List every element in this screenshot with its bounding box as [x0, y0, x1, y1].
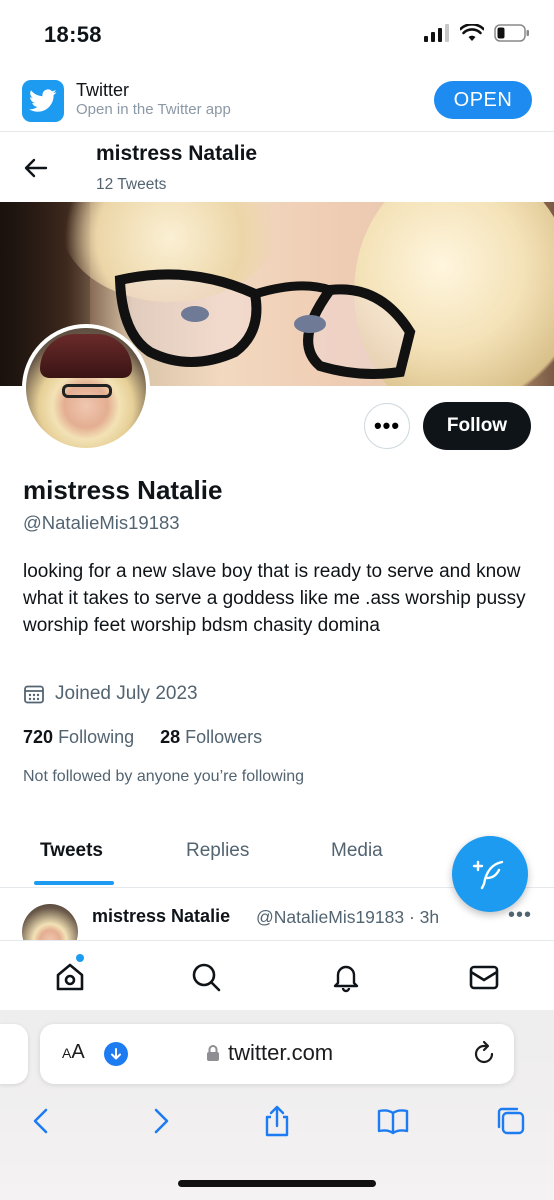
app-name: Twitter — [76, 80, 130, 100]
signal-icon — [424, 24, 449, 42]
profile-bio: looking for a new slave boy that is read… — [23, 561, 526, 636]
joined-text: Joined July 2023 — [55, 683, 198, 704]
twitter-bird-icon — [29, 89, 57, 112]
open-app-button[interactable]: OPEN — [434, 81, 532, 119]
url-text: twitter.com — [228, 1040, 334, 1065]
more-options-button[interactable]: ••• — [364, 403, 410, 449]
follow-button[interactable]: Follow — [423, 402, 531, 450]
app-subtitle: Open in the Twitter app — [76, 101, 231, 118]
aa-small: A — [62, 1045, 72, 1061]
following-label: Following — [58, 727, 135, 747]
share-icon[interactable] — [260, 1104, 294, 1138]
reader-aa-button[interactable]: AA — [62, 1041, 85, 1064]
reload-icon[interactable] — [470, 1040, 498, 1068]
home-indicator — [178, 1180, 376, 1187]
tweet-author-meta: @NatalieMis19183 · 3h — [256, 907, 440, 927]
follow-stats: 720 Following 28 Followers — [23, 727, 262, 748]
followers-link[interactable]: 28 Followers — [160, 727, 262, 748]
safari-toolbar-area: AA twitter.com — [0, 1010, 554, 1200]
back-arrow-icon[interactable] — [22, 154, 50, 182]
bell-icon[interactable] — [330, 961, 362, 993]
calendar-icon — [24, 685, 44, 704]
following-link[interactable]: 720 Following — [23, 727, 134, 748]
status-bar: 18:58 — [0, 0, 554, 68]
home-icon[interactable] — [54, 961, 86, 993]
joined-date: Joined July 2023 — [23, 683, 198, 705]
home-notification-dot — [76, 954, 84, 962]
battery-icon — [494, 24, 529, 42]
tab-tweets[interactable]: Tweets — [40, 840, 103, 862]
more-options-icon: ••• — [373, 413, 401, 438]
url-display[interactable]: twitter.com — [206, 1040, 333, 1066]
app-install-banner: Twitter Open in the Twitter app OPEN — [0, 68, 554, 132]
address-bar[interactable]: AA twitter.com — [40, 1024, 514, 1084]
tab-replies[interactable]: Replies — [186, 840, 249, 862]
header-profile-name: mistress Natalie — [96, 142, 258, 165]
status-time: 18:58 — [44, 22, 102, 47]
twitter-app-icon — [22, 80, 64, 122]
avatar-hat — [40, 334, 132, 378]
search-icon[interactable] — [190, 961, 222, 993]
bookmarks-icon[interactable] — [376, 1104, 410, 1138]
profile-display-name: mistress Natalie — [23, 475, 223, 505]
following-count: 720 — [23, 727, 54, 747]
mail-icon[interactable] — [468, 961, 500, 993]
profile-handle: @NatalieMis19183 — [23, 512, 180, 533]
previous-tab-edge[interactable] — [0, 1024, 28, 1084]
mutual-followers-note: Not followed by anyone you’re following — [23, 768, 305, 785]
down-arrow-icon — [111, 1048, 121, 1060]
tweet-item[interactable]: mistress Natalie @NatalieMis19183 · 3h •… — [0, 890, 554, 940]
back-icon[interactable] — [24, 1104, 58, 1138]
status-icons — [424, 24, 530, 42]
tab-media[interactable]: Media — [331, 840, 383, 862]
bottom-navigation — [0, 940, 554, 1010]
followers-label: Followers — [185, 727, 263, 747]
compose-feather-icon — [472, 860, 504, 890]
wifi-icon — [460, 24, 484, 41]
lock-icon — [207, 1045, 219, 1061]
tweet-more-icon[interactable]: ••• — [508, 904, 532, 927]
profile-top-header: mistress Natalie 12 Tweets — [0, 132, 554, 202]
active-tab-indicator — [34, 881, 114, 885]
forward-icon[interactable] — [144, 1104, 178, 1138]
tweet-author-name: mistress Natalie — [92, 906, 231, 926]
profile-avatar[interactable] — [22, 324, 150, 452]
tweet-author-avatar[interactable] — [22, 904, 78, 940]
header-tweet-count: 12 Tweets — [96, 176, 167, 193]
followers-count: 28 — [160, 727, 181, 747]
tabs-icon[interactable] — [494, 1104, 528, 1138]
download-indicator-icon[interactable] — [104, 1042, 128, 1066]
avatar-glasses — [62, 384, 112, 398]
aa-big: A — [71, 1041, 85, 1063]
